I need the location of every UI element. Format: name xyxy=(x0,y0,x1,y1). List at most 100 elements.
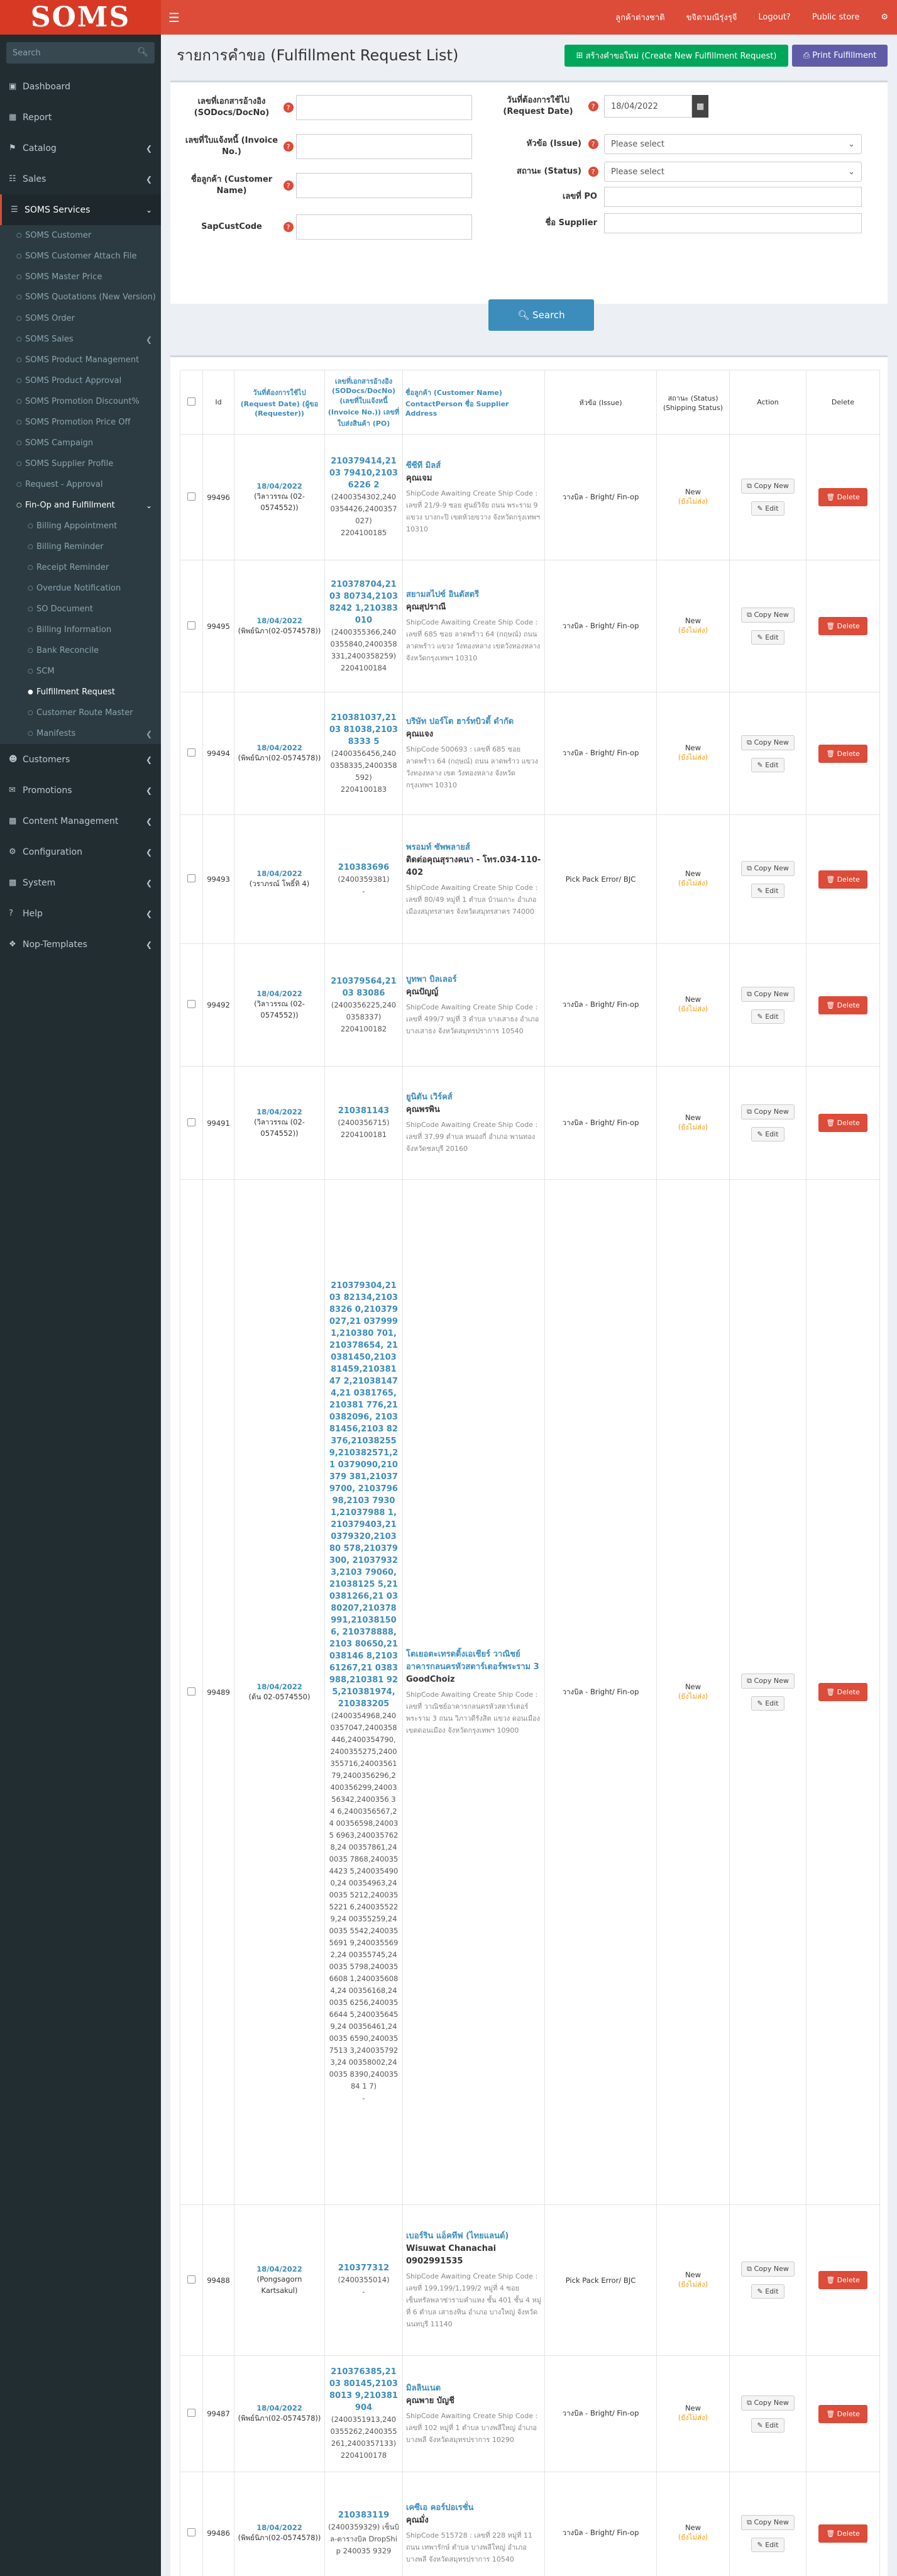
edit-button[interactable]: ✎ Edit xyxy=(751,630,784,645)
row-so-docs[interactable]: 210379564,2103 83086 xyxy=(328,975,399,999)
invoice-input[interactable] xyxy=(296,134,472,159)
copy-new-button[interactable]: ⧉ Copy New xyxy=(741,860,795,876)
soms-logo[interactable]: SOMS xyxy=(0,0,161,35)
row-request-date[interactable]: 18/04/2022 xyxy=(238,2265,321,2273)
delete-button[interactable]: 🗑︎ Delete xyxy=(818,996,867,1014)
nav-link-public-store[interactable]: Public store xyxy=(812,13,860,22)
create-request-button[interactable]: ⊞ สร้างคำขอใหม่ (Create New Fulfillment … xyxy=(564,45,788,67)
sidebar-toggle-icon[interactable]: ☰ xyxy=(168,10,180,25)
delete-button[interactable]: 🗑︎ Delete xyxy=(818,1683,867,1701)
row-request-date[interactable]: 18/04/2022 xyxy=(238,2404,321,2412)
row-customer-name[interactable]: บริษัท ปอร์โต ฮาร์ทบิวตี้ ดำกัด xyxy=(406,716,541,728)
search-icon[interactable]: 🔍︎ xyxy=(137,47,148,57)
col-issue[interactable]: หัวข้อ (Issue) xyxy=(544,370,657,435)
help-icon[interactable]: ? xyxy=(280,142,296,152)
row-so-docs[interactable]: 210377312 xyxy=(328,2262,399,2274)
row-request-date[interactable]: 18/04/2022 xyxy=(238,869,321,878)
row-customer-name[interactable]: ยูนิตัน เวิร์คส์ xyxy=(406,1091,541,1104)
request-date-input[interactable]: 18/04/2022 xyxy=(604,95,692,118)
row-checkbox[interactable] xyxy=(180,2472,203,2576)
edit-button[interactable]: ✎ Edit xyxy=(751,2418,784,2433)
help-icon[interactable]: ? xyxy=(585,101,601,111)
row-customer-name[interactable]: พรอมท์ ซัพพลายส์ xyxy=(406,841,541,854)
row-so-docs[interactable]: 210376385,2103 80145,21038013 9,21038190… xyxy=(328,2366,399,2414)
nav-link-username[interactable]: ขจิตามณีรุ่งรุจี xyxy=(686,11,737,24)
delete-button[interactable]: 🗑︎ Delete xyxy=(818,2271,867,2289)
submenu-item-soms-customer[interactable]: ○ SOMS Customer xyxy=(0,225,161,246)
submenu-item-soms-promotion-price-off[interactable]: ○ SOMS Promotion Price Off xyxy=(0,412,161,433)
submenu-item-receipt-reminder[interactable]: ○ Receipt Reminder xyxy=(0,557,161,578)
submenu-item-billing-appointment[interactable]: ○ Billing Appointment xyxy=(0,516,161,536)
so-docs-input[interactable] xyxy=(296,95,472,120)
copy-new-button[interactable]: ⧉ Copy New xyxy=(741,2395,795,2411)
row-request-date[interactable]: 18/04/2022 xyxy=(238,1682,321,1691)
copy-new-button[interactable]: ⧉ Copy New xyxy=(741,1674,795,1689)
copy-new-button[interactable]: ⧉ Copy New xyxy=(741,2514,795,2530)
delete-button[interactable]: 🗑︎ Delete xyxy=(818,2524,867,2543)
edit-button[interactable]: ✎ Edit xyxy=(751,2537,784,2552)
row-so-docs[interactable]: 210378704,2103 80734,21038242 1,21038301… xyxy=(328,579,399,626)
row-customer-name[interactable]: โตเยอตะเทรดดิ้งเอเชียร์ วาณิชย์อาคารกลนค… xyxy=(406,1648,541,1674)
col-status[interactable]: สถานะ (Status) (Shipping Status) xyxy=(656,370,730,435)
issue-select[interactable]: Please select ⌄ xyxy=(604,134,862,154)
row-request-date[interactable]: 18/04/2022 xyxy=(238,616,321,625)
row-checkbox[interactable] xyxy=(180,434,203,560)
row-customer-name[interactable]: เคซีเอ คอร์ปอเรชั่น xyxy=(406,2502,541,2514)
sidebar-item-nop-templates[interactable]: ❖ Nop-Templates ❮ xyxy=(0,929,161,960)
sidebar-item-customers[interactable]: ☻ Customers ❮ xyxy=(0,744,161,775)
submenu-item-soms-sales[interactable]: ○ SOMS Sales ❮ xyxy=(0,329,161,350)
submenu-item-soms-promotion-discount[interactable]: ○ SOMS Promotion Discount% xyxy=(0,391,161,412)
row-so-docs[interactable]: 210383119 xyxy=(328,2509,399,2521)
sidebar-item-sales[interactable]: ☷ Sales ❮ xyxy=(0,164,161,194)
submenu-item-fin-op[interactable]: ○ Fin-Op and Fulfillment ⌄ xyxy=(0,495,161,516)
nav-link-foreign-customer[interactable]: ลูกค้าต่างชาติ xyxy=(615,11,665,24)
submenu-item-soms-master-price[interactable]: ○ SOMS Master Price xyxy=(0,267,161,287)
submenu-item-billing-reminder[interactable]: ○ Billing Reminder xyxy=(0,536,161,557)
sidebar-item-content-management[interactable]: ▩ Content Management ❮ xyxy=(0,806,161,836)
edit-button[interactable]: ✎ Edit xyxy=(751,1009,784,1024)
copy-new-button[interactable]: ⧉ Copy New xyxy=(741,2262,795,2277)
supplier-input[interactable] xyxy=(604,213,862,233)
search-button[interactable]: 🔍︎ Search xyxy=(488,299,594,331)
row-customer-name[interactable]: ซีซีที มิลส์ xyxy=(406,460,541,472)
submenu-item-so-document[interactable]: ○ SO Document xyxy=(0,599,161,619)
row-checkbox[interactable] xyxy=(180,692,203,815)
customer-name-input[interactable] xyxy=(296,173,472,198)
sidebar-item-soms-services[interactable]: ☰ SOMS Services ⌄ xyxy=(0,194,161,225)
submenu-item-customer-route-master[interactable]: ○ Customer Route Master xyxy=(0,702,161,723)
copy-new-button[interactable]: ⧉ Copy New xyxy=(741,1104,795,1119)
delete-button[interactable]: 🗑︎ Delete xyxy=(818,617,867,635)
delete-button[interactable]: 🗑︎ Delete xyxy=(818,870,867,889)
row-checkbox[interactable] xyxy=(180,2355,203,2472)
row-customer-name[interactable]: มิลลินเนต xyxy=(406,2382,541,2395)
help-icon[interactable]: ? xyxy=(585,167,601,177)
copy-new-button[interactable]: ⧉ Copy New xyxy=(741,735,795,750)
edit-button[interactable]: ✎ Edit xyxy=(751,883,784,898)
row-checkbox[interactable] xyxy=(180,943,203,1067)
submenu-item-scm[interactable]: ○ SCM xyxy=(0,661,161,682)
col-so-docs[interactable]: เลขที่เอกสารอ้างอิง (SODocs/DocNo) (เลขท… xyxy=(324,370,403,435)
submenu-item-overdue-notification[interactable]: ○ Overdue Notification xyxy=(0,578,161,599)
submenu-item-fulfillment-request[interactable]: ● Fulfillment Request xyxy=(0,682,161,702)
row-request-date[interactable]: 18/04/2022 xyxy=(238,482,321,491)
sidebar-item-catalog[interactable]: ⚑ Catalog ❮ xyxy=(0,133,161,164)
col-id[interactable]: Id xyxy=(202,370,234,435)
row-checkbox[interactable] xyxy=(180,560,203,692)
submenu-item-soms-product-management[interactable]: ○ SOMS Product Management xyxy=(0,350,161,370)
sidebar-search-input[interactable] xyxy=(6,42,155,64)
calendar-icon[interactable]: ▦ xyxy=(692,95,708,118)
submenu-item-soms-quotations[interactable]: ○ SOMS Quotations (New Version) xyxy=(0,287,161,308)
row-request-date[interactable]: 18/04/2022 xyxy=(238,2523,321,2532)
col-customer[interactable]: ชื่อลูกค้า (Customer Name) ContactPerson… xyxy=(402,370,545,435)
settings-gear-icon[interactable]: ⚙ xyxy=(881,13,888,22)
row-so-docs[interactable]: 210379414,2103 79410,21036226 2 xyxy=(328,455,399,491)
row-customer-name[interactable]: เบอร์ริน แอ็คทีฟ (ไทยแลนด์) xyxy=(406,2230,541,2243)
help-icon[interactable]: ? xyxy=(280,180,296,191)
sidebar-item-dashboard[interactable]: ▣ Dashboard xyxy=(0,71,161,102)
delete-button[interactable]: 🗑︎ Delete xyxy=(818,488,867,506)
sidebar-item-help[interactable]: ? Help ❮ xyxy=(0,898,161,929)
submenu-item-bank-reconcile[interactable]: ○ Bank Reconcile xyxy=(0,640,161,661)
nav-link-logout[interactable]: Logout? xyxy=(758,13,790,22)
delete-button[interactable]: 🗑︎ Delete xyxy=(818,2404,867,2423)
edit-button[interactable]: ✎ Edit xyxy=(751,1696,784,1711)
